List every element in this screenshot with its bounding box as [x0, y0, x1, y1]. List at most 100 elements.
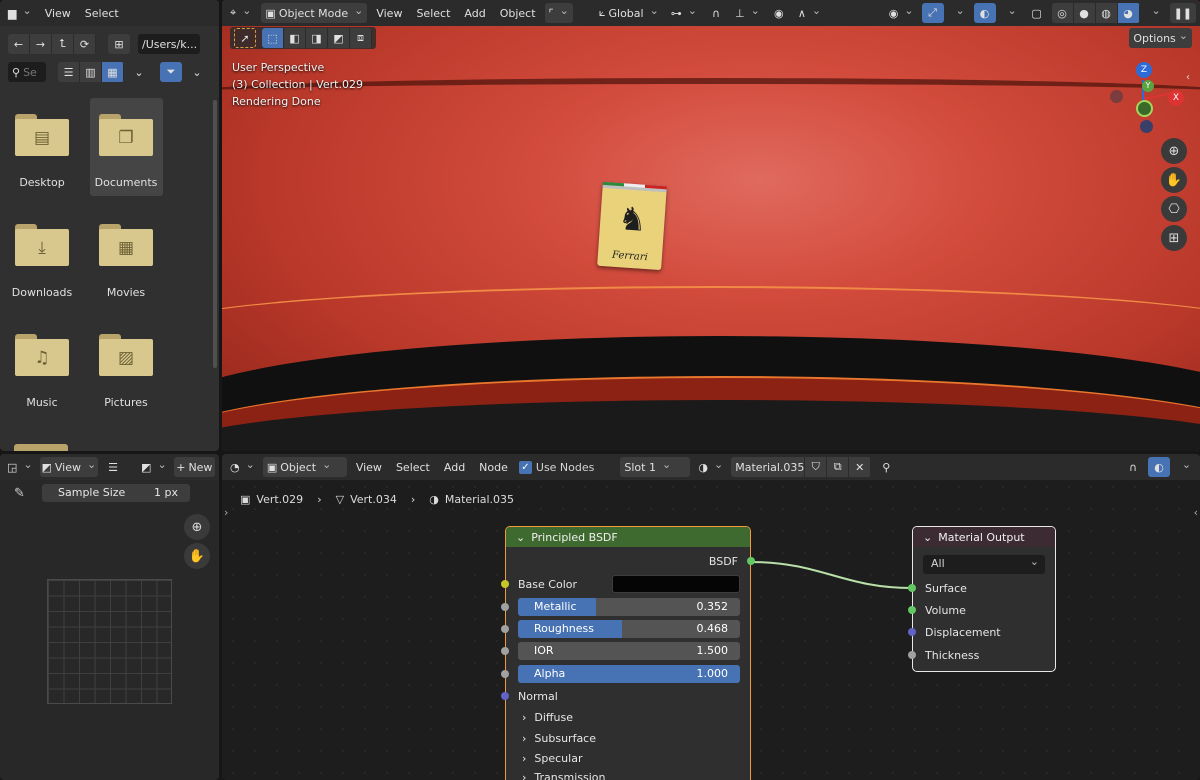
navigation-gizmo[interactable]: Z Y X [1102, 58, 1192, 138]
node-editor-area[interactable]: ◔ ▣Object View Select Add Node ✓ Use Nod… [222, 454, 1200, 780]
list-horizontal-icon[interactable]: ▥ [80, 62, 102, 82]
shading-dropdown-chevron-icon[interactable] [1144, 3, 1166, 23]
gizmo-dropdown-chevron-icon[interactable] [948, 3, 970, 23]
sample-size-field[interactable]: Sample Size 1 px [42, 484, 190, 502]
pause-render-icon[interactable]: ❚❚ [1169, 3, 1196, 23]
falloff-curve-icon[interactable]: ∧ [794, 3, 825, 23]
search-input[interactable]: ⚲ Se [8, 62, 46, 82]
select-intersect-icon[interactable]: ⧈ [350, 28, 372, 48]
thickness-socket[interactable] [908, 651, 916, 659]
select-extend-icon[interactable]: ◧ [284, 28, 306, 48]
select-new-icon[interactable]: ⬚ [262, 28, 284, 48]
zoom-icon[interactable]: ⊕ [184, 514, 210, 540]
sidebar-toggle-chevron-icon[interactable]: ‹ [1186, 72, 1190, 83]
bsdf-output-socket[interactable] [747, 557, 755, 565]
mode-dropdown[interactable]: ▣ Object Mode [261, 3, 368, 23]
ior-socket[interactable] [501, 647, 509, 655]
image-canvas-grid[interactable] [47, 579, 172, 704]
surface-socket[interactable] [908, 584, 916, 592]
image-browse-icon[interactable]: ◩ [138, 457, 170, 477]
material-output-header[interactable]: ⌄ Material Output [913, 527, 1055, 547]
volume-socket[interactable] [908, 606, 916, 614]
alpha-socket[interactable] [501, 670, 509, 678]
gizmo-icon[interactable]: ⤢ [921, 3, 944, 23]
eyedropper-icon[interactable]: ✎ [14, 486, 25, 501]
pan-hand-icon[interactable]: ✋ [184, 543, 210, 569]
filter-icon[interactable]: ⏷ [160, 62, 182, 82]
xray-toggle-icon[interactable]: ▢ [1026, 3, 1048, 23]
snap-magnet-icon[interactable]: ∩ [705, 3, 727, 23]
menu-select[interactable]: Select [80, 7, 124, 20]
z-axis-icon[interactable]: Z [1136, 62, 1152, 78]
folder-desktop[interactable]: ▤ Desktop [6, 114, 78, 189]
menu-view[interactable]: View [40, 7, 76, 20]
folder-movies[interactable]: ▦ Movies [90, 224, 162, 299]
metallic-slider[interactable]: Metallic 0.352 [518, 598, 740, 616]
solid-shading-icon[interactable]: ● [1073, 3, 1096, 23]
camera-view-icon[interactable]: ⎔ [1161, 196, 1187, 222]
proportional-edit-icon[interactable]: ◉ [768, 3, 790, 23]
thumbnails-icon[interactable]: ▦ [102, 62, 124, 82]
folder-pictures[interactable]: ▨ Pictures [90, 334, 162, 409]
material-shading-icon[interactable]: ◍ [1095, 3, 1118, 23]
menu-select[interactable]: Select [411, 7, 455, 20]
forward-arrow-icon[interactable]: → [30, 34, 52, 54]
new-folder-icon[interactable]: ⊞ [108, 34, 130, 54]
select-subtract-icon[interactable]: ◨ [306, 28, 328, 48]
panel-diffuse[interactable]: › Diffuse [506, 707, 750, 727]
base-color-socket[interactable] [501, 580, 509, 588]
folder-music[interactable]: ♫ Music [6, 334, 78, 409]
path-field[interactable]: /Users/k... [138, 34, 200, 54]
perspective-toggle-icon[interactable]: ⊞ [1161, 225, 1187, 251]
panel-subsurface[interactable]: › Subsurface [506, 728, 750, 748]
rendered-shading-icon[interactable]: ◕ [1117, 3, 1140, 23]
neg-y-axis-icon[interactable] [1136, 100, 1153, 117]
neg-z-axis-icon[interactable] [1140, 120, 1153, 133]
overlays-dropdown-chevron-icon[interactable] [1000, 3, 1022, 23]
bsdf-to-surface-link[interactable] [749, 561, 913, 589]
x-axis-icon[interactable]: X [1168, 90, 1184, 106]
list-vertical-icon[interactable]: ☰ [58, 62, 80, 82]
wireframe-shading-icon[interactable]: ◎ [1051, 3, 1074, 23]
viewport-area[interactable]: ♞ Ferrari ⌖ ▣Object Mode View Select Add… [222, 0, 1200, 451]
normal-socket[interactable] [501, 692, 509, 700]
metallic-socket[interactable] [501, 603, 509, 611]
editor-type-image-editor-icon[interactable]: ◲ [4, 457, 36, 477]
select-invert-icon[interactable]: ◩ [328, 28, 350, 48]
sort-dropdown-chevron-icon[interactable]: ⌄ [128, 62, 150, 82]
pan-hand-icon[interactable]: ✋ [1161, 167, 1187, 193]
neg-x-axis-icon[interactable] [1110, 90, 1123, 103]
principled-bsdf-node[interactable]: ⌄ Principled BSDF BSDF Base Color Metall… [501, 526, 755, 780]
gizmo-toggle-icon[interactable]: ⌜ [544, 3, 573, 23]
visibility-eye-icon[interactable]: ◉ [885, 3, 918, 23]
menu-add[interactable]: Add [459, 7, 490, 20]
options-dropdown[interactable]: Options ⌄ [1129, 28, 1192, 48]
panel-transmission[interactable]: › Transmission [506, 767, 750, 780]
parent-directory-icon[interactable]: ⮤ [52, 34, 74, 54]
overlays-icon[interactable]: ◐ [973, 3, 996, 23]
zoom-icon[interactable]: ⊕ [1161, 138, 1187, 164]
menu-view[interactable]: View [371, 7, 407, 20]
panel-specular[interactable]: › Specular [506, 748, 750, 768]
folder-documents[interactable]: ❐ Documents [90, 114, 162, 189]
base-color-swatch[interactable] [612, 575, 740, 593]
roughness-slider[interactable]: Roughness 0.468 [518, 620, 740, 638]
folder-downloads[interactable]: ⤓ Downloads [6, 224, 78, 299]
refresh-icon[interactable]: ⟳ [74, 34, 96, 54]
filter-dropdown-chevron-icon[interactable]: ⌄ [186, 62, 208, 82]
displacement-socket[interactable] [908, 628, 916, 636]
editor-type-file-browser[interactable]: ▆ [4, 3, 36, 23]
collapse-chevron-icon[interactable]: ⌄ [516, 531, 525, 544]
pivot-point-icon[interactable]: ⊶ [667, 3, 701, 23]
y-axis-icon[interactable]: Y [1142, 80, 1154, 92]
principled-bsdf-header[interactable]: ⌄ Principled BSDF [506, 527, 750, 547]
roughness-socket[interactable] [501, 625, 509, 633]
file-browser-scrollbar[interactable] [213, 100, 217, 368]
render-target-dropdown[interactable]: All ⌄ [923, 555, 1045, 574]
menu-object[interactable]: Object [495, 7, 541, 20]
view-mode-dropdown[interactable]: ◩ View [39, 457, 99, 477]
alpha-slider[interactable]: Alpha 1.000 [518, 665, 740, 683]
new-image-button[interactable]: + New [173, 457, 215, 477]
menu-hamburger-icon[interactable]: ☰ [102, 457, 124, 477]
transform-orientation-dropdown[interactable]: ⟀ Global [595, 3, 663, 23]
